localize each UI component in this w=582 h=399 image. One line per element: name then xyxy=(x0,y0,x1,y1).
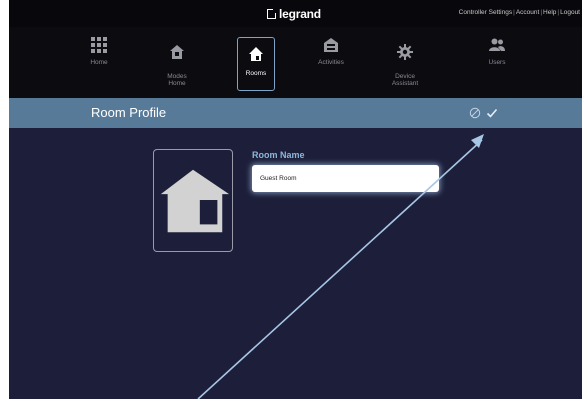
nav-label-rooms: Rooms xyxy=(245,70,267,77)
nav-label-home: Home xyxy=(90,59,108,66)
activities-icon xyxy=(324,38,338,52)
nav-item-home[interactable]: Home xyxy=(80,37,118,91)
gear-icon xyxy=(397,44,413,60)
link-controller-settings[interactable]: Controller Settings xyxy=(459,9,512,16)
legrand-logo: legrand xyxy=(267,7,321,21)
link-account[interactable]: Account xyxy=(516,9,540,16)
nav-label-modes: Modes Home xyxy=(167,73,187,87)
house-icon xyxy=(249,47,263,61)
nav-label-activities: Activities xyxy=(318,59,344,66)
room-profile-header: Room Profile xyxy=(9,98,582,128)
grid-icon xyxy=(91,37,107,53)
cancel-icon[interactable] xyxy=(469,107,481,119)
modes-icon xyxy=(170,45,184,59)
nav-label-users: Users xyxy=(488,59,506,66)
room-name-label: Room Name xyxy=(252,150,305,160)
nav-item-activities[interactable]: Activities xyxy=(312,37,350,91)
main-nav: Home Modes Home Rooms Activities Device … xyxy=(9,27,582,98)
room-image-picker[interactable] xyxy=(153,149,233,252)
top-links: Controller Settings|Account|Help|Logout xyxy=(459,9,580,16)
logo-text: legrand xyxy=(279,7,321,21)
nav-label-device-assistant: Device Assistant xyxy=(391,73,419,87)
link-help[interactable]: Help xyxy=(543,9,556,16)
top-bar: legrand Controller Settings|Account|Help… xyxy=(9,0,582,27)
nav-item-rooms[interactable]: Rooms xyxy=(237,37,275,91)
nav-item-users[interactable]: Users xyxy=(478,37,516,91)
link-logout[interactable]: Logout xyxy=(560,9,580,16)
app-window: legrand Controller Settings|Account|Help… xyxy=(9,0,582,399)
users-icon xyxy=(489,38,505,51)
nav-item-device-assistant[interactable]: Device Assistant xyxy=(386,37,424,91)
nav-item-modes[interactable]: Modes Home xyxy=(158,37,196,91)
house-icon xyxy=(160,169,230,233)
check-icon[interactable] xyxy=(486,107,498,119)
logo-mark-icon xyxy=(267,8,277,19)
page-title: Room Profile xyxy=(91,105,167,120)
room-name-input[interactable] xyxy=(252,165,439,192)
